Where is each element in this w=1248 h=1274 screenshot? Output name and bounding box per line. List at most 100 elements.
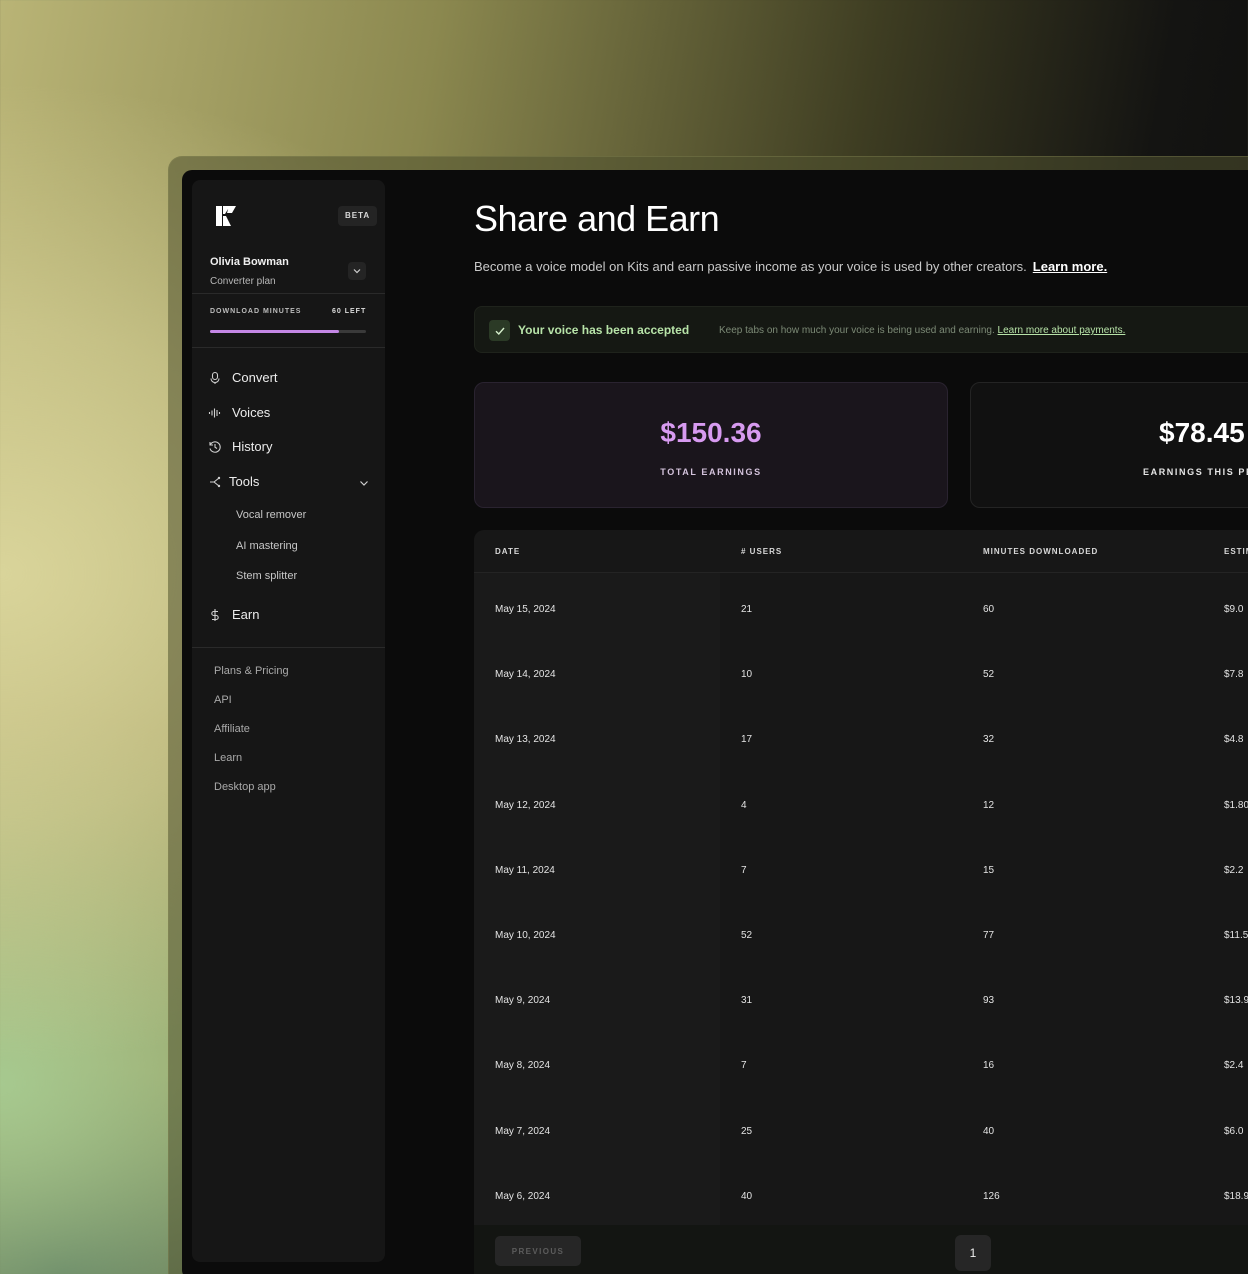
- total-earnings-label: TOTAL EARNINGS: [660, 467, 762, 477]
- cell-earnings: $9.0: [1224, 604, 1244, 615]
- column-header-users: # USERS: [741, 547, 783, 556]
- cell-earnings: $2.2: [1224, 864, 1244, 876]
- nav-item-tools[interactable]: Tools: [208, 474, 259, 489]
- nav-item-convert[interactable]: Convert: [208, 370, 278, 385]
- cell-users: 7: [741, 1060, 747, 1072]
- table-row: May 7, 2024 25 40 $6.0: [474, 1095, 1248, 1160]
- nav-label: History: [232, 439, 273, 454]
- cell-earnings: $18.9: [1224, 1190, 1248, 1202]
- footer-link-api[interactable]: API: [214, 694, 232, 706]
- cell-minutes: 60: [983, 604, 995, 615]
- history-icon: [209, 440, 221, 453]
- banner-title: Your voice has been accepted: [518, 323, 690, 337]
- footer-link-desktop-app[interactable]: Desktop app: [214, 781, 276, 793]
- banner-description: Keep tabs on how much your voice is bein…: [719, 325, 995, 336]
- table-row: May 8, 2024 7 16 $2.4: [474, 1029, 1248, 1094]
- nav-item-history[interactable]: History: [208, 439, 272, 454]
- table-pagination: PREVIOUS 1: [474, 1225, 1248, 1274]
- tool-ai-mastering[interactable]: AI mastering: [236, 540, 298, 552]
- cell-earnings: $7.8: [1224, 669, 1244, 681]
- cell-date: May 11, 2024: [495, 864, 555, 876]
- table-row: May 9, 2024 31 93 $13.9: [474, 964, 1248, 1029]
- cell-minutes: 12: [983, 799, 995, 811]
- cell-date: May 15, 2024: [495, 604, 556, 615]
- divider: [192, 647, 385, 648]
- page-title: Share and Earn: [474, 198, 720, 239]
- table-row: May 13, 2024 17 32 $4.8: [474, 703, 1248, 768]
- column-header-date: DATE: [495, 547, 521, 556]
- page-number-button[interactable]: 1: [955, 1235, 991, 1271]
- nav-label: Convert: [232, 370, 278, 385]
- cell-date: May 7, 2024: [495, 1125, 551, 1137]
- table-row: May 11, 2024 7 15 $2.2: [474, 834, 1248, 899]
- cell-date: May 6, 2024: [495, 1190, 551, 1202]
- check-icon-box: [489, 320, 510, 341]
- banner-text: Keep tabs on how much your voice is bein…: [719, 325, 1125, 336]
- footer-link-affiliate[interactable]: Affiliate: [214, 723, 250, 735]
- cell-users: 17: [741, 734, 753, 746]
- waveform-icon: [208, 408, 221, 417]
- cell-users: 52: [741, 930, 753, 941]
- cell-users: 31: [741, 995, 753, 1007]
- nav-label: Tools: [229, 474, 260, 489]
- divider: [192, 347, 385, 348]
- table-row: May 15, 2024 21 60 $9.0: [474, 573, 1248, 638]
- nav-item-earn[interactable]: Earn: [208, 607, 259, 622]
- cell-earnings: $6.0: [1224, 1125, 1244, 1137]
- earnings-table: DATE # USERS MINUTES DOWNLOADED ESTIMATE…: [474, 530, 1248, 1274]
- app-window: BETA Olivia Bowman Converter plan DOWNLO…: [182, 170, 1248, 1274]
- cell-earnings: $11.5: [1224, 930, 1248, 941]
- table-row: May 14, 2024 10 52 $7.8: [474, 638, 1248, 703]
- period-earnings-value: $78.45: [1159, 417, 1245, 448]
- kits-logo-icon[interactable]: [214, 204, 238, 228]
- user-plan: Converter plan: [210, 276, 276, 287]
- chevron-down-icon: [353, 269, 361, 274]
- cell-users: 40: [741, 1190, 753, 1202]
- cell-users: 4: [741, 799, 747, 811]
- table-row: May 6, 2024 40 126 $18.9: [474, 1160, 1248, 1225]
- footer-link-learn[interactable]: Learn: [214, 752, 242, 764]
- period-earnings-card: $78.45 EARNINGS THIS PERIOD: [970, 382, 1248, 508]
- account-menu-button[interactable]: [348, 262, 366, 280]
- cell-earnings: $2.4: [1224, 1060, 1244, 1072]
- cell-minutes: 16: [983, 1060, 995, 1072]
- check-icon: [495, 327, 505, 335]
- tools-icon: [210, 476, 221, 487]
- table-row: May 12, 2024 4 12 $1.80: [474, 769, 1248, 834]
- cell-users: 7: [741, 864, 747, 876]
- divider: [192, 293, 385, 294]
- payments-link[interactable]: Learn more about payments.: [998, 325, 1126, 336]
- cell-minutes: 77: [983, 930, 995, 941]
- download-minutes-left: 60 LEFT: [332, 308, 367, 315]
- cell-minutes: 52: [983, 669, 995, 681]
- cell-minutes: 15: [983, 864, 995, 876]
- cell-date: May 9, 2024: [495, 995, 551, 1007]
- cell-minutes: 40: [983, 1125, 995, 1137]
- nav-item-voices[interactable]: Voices: [208, 405, 270, 420]
- download-minutes-progress: [210, 330, 366, 333]
- download-minutes-label: DOWNLOAD MINUTES: [210, 308, 302, 315]
- total-earnings-value: $150.36: [660, 417, 762, 448]
- cell-date: May 12, 2024: [495, 799, 556, 811]
- table-row: May 10, 2024 52 77 $11.5: [474, 899, 1248, 964]
- previous-page-button[interactable]: PREVIOUS: [495, 1236, 581, 1266]
- page-subtitle: Become a voice model on Kits and earn pa…: [474, 259, 1107, 274]
- cell-earnings: $4.8: [1224, 734, 1244, 746]
- cell-users: 21: [741, 604, 753, 615]
- learn-more-link[interactable]: Learn more.: [1033, 259, 1107, 274]
- cell-users: 10: [741, 669, 753, 681]
- cell-minutes: 93: [983, 995, 995, 1007]
- footer-link-plans[interactable]: Plans & Pricing: [214, 665, 289, 677]
- chevron-down-icon[interactable]: [358, 477, 370, 489]
- cell-date: May 14, 2024: [495, 669, 556, 681]
- beta-badge: BETA: [338, 206, 378, 226]
- microphone-icon: [210, 371, 220, 384]
- cell-users: 25: [741, 1125, 753, 1137]
- dollar-icon: [211, 608, 219, 621]
- download-minutes-progress-fill: [210, 330, 340, 333]
- tool-vocal-remover[interactable]: Vocal remover: [236, 509, 306, 521]
- nav-label: Earn: [232, 607, 260, 622]
- tool-stem-splitter[interactable]: Stem splitter: [236, 570, 297, 582]
- main-content: Share and Earn Become a voice model on K…: [474, 170, 1248, 1274]
- cell-date: May 10, 2024: [495, 930, 556, 941]
